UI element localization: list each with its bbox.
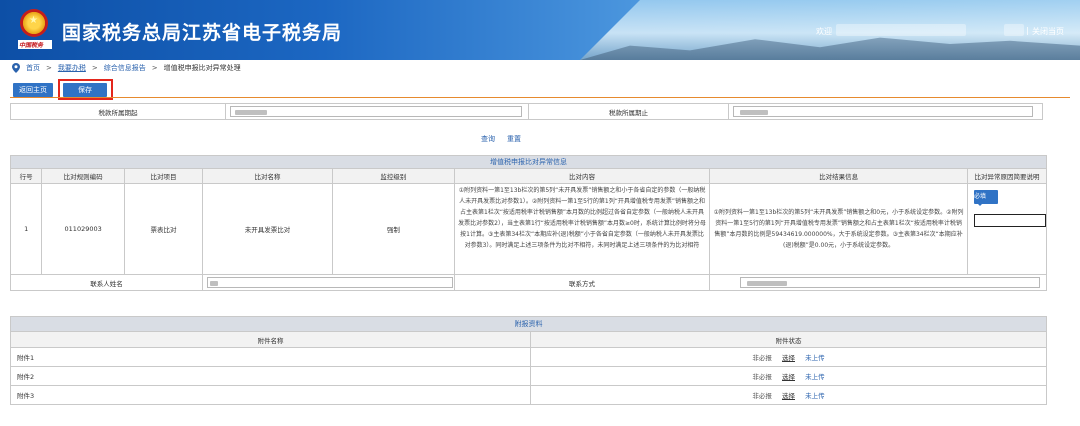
return-home-button[interactable]: 返回主页 xyxy=(13,83,53,97)
redacted-date xyxy=(740,109,768,115)
required-tag: 必填 xyxy=(974,190,998,206)
query-link[interactable]: 查询 xyxy=(481,134,495,144)
attachment-status: 非必报 选择 未上传 xyxy=(530,366,1047,386)
redacted-user-name xyxy=(836,24,966,36)
cell-reason: 必填 xyxy=(967,183,1047,275)
redacted-name xyxy=(209,280,218,286)
compare-exception-table: 增值税申报比对异常信息 行号 比对规则编码 比对项目 比对名称 监控级别 比对内… xyxy=(9,155,1047,291)
breadcrumb-arrow: > xyxy=(46,64,52,72)
col-name: 比对名称 xyxy=(201,168,333,184)
close-page-link[interactable]: 关闭当页 xyxy=(1032,26,1064,37)
col-attachment-status: 附件状态 xyxy=(530,331,1047,348)
breadcrumb: 首页 > 我要办税 > 综合信息报告 > 增值税申报比对异常处理 xyxy=(12,63,241,73)
reset-link[interactable]: 重置 xyxy=(507,134,521,144)
attachment-status: 非必报 选择 未上传 xyxy=(530,385,1047,405)
table-row: 附件2 非必报 选择 未上传 xyxy=(10,366,1047,386)
upload-status: 未上传 xyxy=(805,373,825,381)
contact-row: 联系人姓名 联系方式 xyxy=(10,274,1047,291)
upload-status: 未上传 xyxy=(805,354,825,362)
col-item: 比对项目 xyxy=(124,168,203,184)
attachments-table: 附报资料 附件名称 附件状态 附件1 非必报 选择 未上传 附件2 非必报 选择… xyxy=(10,316,1047,405)
attachment-name: 附件3 xyxy=(10,385,531,405)
col-rule-code: 比对规则编码 xyxy=(41,168,125,184)
breadcrumb-arrow: > xyxy=(151,64,158,72)
star-icon: ★ xyxy=(29,15,38,26)
col-line-no: 行号 xyxy=(9,168,43,184)
attachments-caption: 附报资料 xyxy=(10,316,1047,332)
contact-name-label: 联系人姓名 xyxy=(10,274,203,291)
optional-tag: 非必报 xyxy=(752,354,772,362)
form-actions: 查询 重置 xyxy=(481,134,521,144)
cell-rule-code: 011029003 xyxy=(41,183,125,275)
emblem-caption: 中国税务 xyxy=(18,40,52,49)
optional-tag: 非必报 xyxy=(752,373,772,381)
divider-line xyxy=(10,97,1070,98)
redacted-date xyxy=(235,109,267,115)
select-file-link[interactable]: 选择 xyxy=(782,373,795,381)
header-separator: | xyxy=(1026,26,1029,35)
breadcrumb-current: 增值税申报比对异常处理 xyxy=(163,64,241,72)
table-row: 1 011029003 票表比对 未开具发票比对 强制 ①附列资料一第1至13b… xyxy=(9,183,1047,275)
attachment-status: 非必报 选择 未上传 xyxy=(530,347,1047,367)
contact-name-cell xyxy=(201,274,455,291)
col-content: 比对内容 xyxy=(453,168,711,184)
breadcrumb-info-report[interactable]: 综合信息报告 xyxy=(104,63,146,73)
period-end-cell xyxy=(728,103,1043,120)
cell-name: 未开具发票比对 xyxy=(201,183,333,275)
site-title: 国家税务总局江苏省电子税务局 xyxy=(62,22,343,44)
col-reason: 比对异常原因简要说明 xyxy=(967,168,1047,184)
redacted-user-role xyxy=(1004,24,1024,36)
compare-table-caption: 增值税申报比对异常信息 xyxy=(10,155,1047,169)
contact-method-cell xyxy=(709,274,1047,291)
location-pin-icon xyxy=(12,63,20,73)
breadcrumb-tax-handling[interactable]: 我要办税 xyxy=(58,63,86,73)
cell-result: ①附列资料一第1至13b栏次的第5列“未开具发票”销售额之和0元，小于系统设定参… xyxy=(709,183,968,275)
cell-level: 强制 xyxy=(331,183,455,275)
select-file-link[interactable]: 选择 xyxy=(782,354,795,362)
breadcrumb-arrow: > xyxy=(91,64,98,72)
tax-period-form: 税款所属期起 税款所属期止 xyxy=(10,103,1043,120)
period-start-input[interactable] xyxy=(230,106,522,117)
period-start-cell xyxy=(225,103,529,120)
site-header: ★ 中国税务 国家税务总局江苏省电子税务局 欢迎 | 关闭当页 xyxy=(0,0,1080,60)
redacted-phone xyxy=(747,280,788,286)
table-row: 附件1 非必报 选择 未上传 xyxy=(10,347,1047,367)
attachment-name: 附件2 xyxy=(10,366,531,386)
cell-item: 票表比对 xyxy=(124,183,203,275)
col-attachment-name: 附件名称 xyxy=(10,331,531,348)
optional-tag: 非必报 xyxy=(752,392,772,400)
cell-content: ①附列资料一第1至13b栏次的第5列“未开具发票”销售额之和小于各省自定的参数（… xyxy=(453,183,711,275)
period-start-label: 税款所属期起 xyxy=(10,103,226,120)
period-end-label: 税款所属期止 xyxy=(528,103,729,120)
cell-line-no: 1 xyxy=(9,183,43,275)
upload-status: 未上传 xyxy=(805,392,825,400)
save-button[interactable]: 保存 xyxy=(63,83,107,97)
tax-emblem-logo: ★ 中国税务 xyxy=(14,9,54,49)
contact-name-input[interactable] xyxy=(206,277,453,288)
content-text: ①附列资料一第1至13b栏次的第5列“未开具发票”销售额之和小于各省自定的参数（… xyxy=(458,187,706,249)
welcome-text: 欢迎 xyxy=(816,27,832,36)
reason-input[interactable] xyxy=(974,214,1046,227)
col-result: 比对结果信息 xyxy=(709,168,968,184)
select-file-link[interactable]: 选择 xyxy=(782,392,795,400)
attachment-name: 附件1 xyxy=(10,347,531,367)
contact-method-label: 联系方式 xyxy=(453,274,711,291)
contact-method-input[interactable] xyxy=(740,277,1041,288)
table-row: 附件3 非必报 选择 未上传 xyxy=(10,385,1047,405)
period-end-input[interactable] xyxy=(733,106,1033,117)
col-level: 监控级别 xyxy=(331,168,455,184)
breadcrumb-home[interactable]: 首页 xyxy=(26,63,40,73)
